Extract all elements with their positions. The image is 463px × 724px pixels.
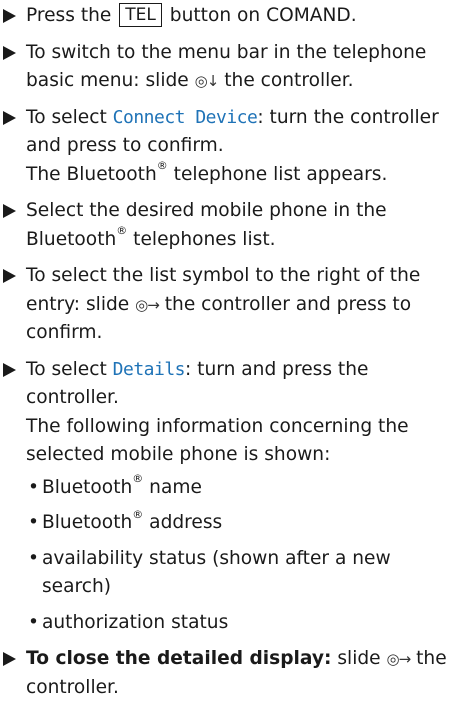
- step-arrow-icon: [3, 269, 16, 283]
- step-arrow-icon: [3, 45, 16, 60]
- list-item: Bluetooth® address: [26, 509, 463, 538]
- details-info-list: Bluetooth® name Bluetooth® address avail…: [26, 473, 463, 638]
- list-item: availability status (shown after a new s…: [26, 545, 463, 602]
- step-arrow-icon: [3, 9, 16, 23]
- list-item: Bluetooth® name: [26, 473, 463, 503]
- step-select-details: To select Details: turn and press the co…: [0, 356, 463, 638]
- controller-slide-right-icon: ◎→: [386, 650, 412, 668]
- step-result: The Bluetooth® telephone list appears.: [26, 159, 388, 185]
- step-select-connect-device: To select Connect Device: turn the contr…: [0, 104, 463, 190]
- manual-page: Press the TEL button on COMAND. To switc…: [0, 0, 463, 724]
- step-arrow-icon: [3, 204, 16, 218]
- step-arrow-icon: [3, 110, 16, 125]
- connect-device-label: Connect Device: [112, 106, 258, 128]
- list-item: authorization status: [26, 609, 463, 638]
- step-result: The following information concerning the…: [26, 415, 409, 466]
- step-close-details: To close the detailed display: slide ◎→ …: [0, 645, 463, 702]
- step-arrow-icon: [3, 362, 16, 377]
- step-select-list-symbol: To select the list symbol to the right o…: [0, 262, 463, 348]
- details-label: Details: [112, 358, 186, 380]
- step-select-phone: Select the desired mobile phone in the B…: [0, 197, 463, 254]
- step-switch-menu-bar: To switch to the menu bar in the telepho…: [0, 39, 463, 96]
- step-press-tel: Press the TEL button on COMAND.: [0, 2, 463, 31]
- step-arrow-icon: [3, 652, 16, 666]
- tel-key: TEL: [119, 3, 162, 27]
- controller-slide-right-icon: ◎→: [135, 295, 160, 314]
- controller-slide-down-icon: ◎↓: [194, 72, 220, 90]
